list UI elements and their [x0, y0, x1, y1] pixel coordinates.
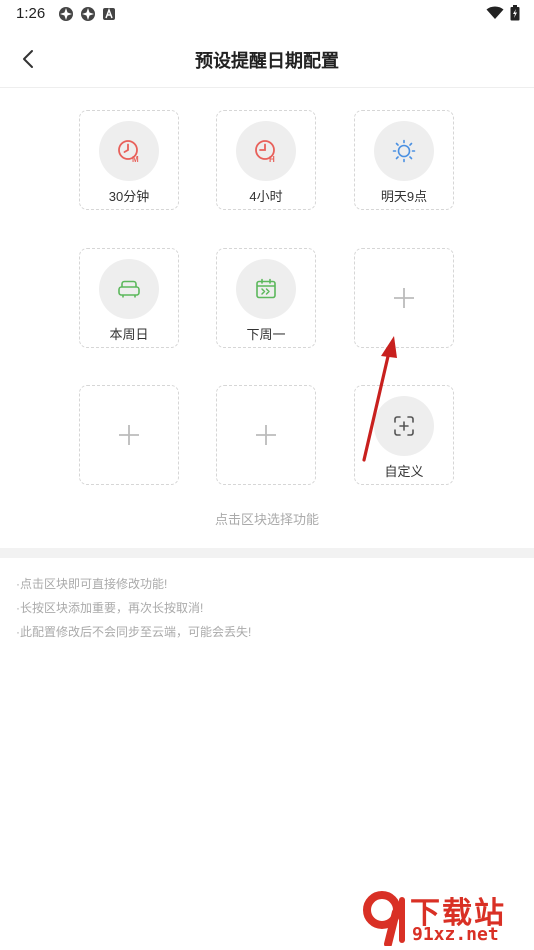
reminder-preset-grid: M 30分钟 H 4小时 明天9点 本周日 下周一 自定义 — [0, 88, 534, 546]
clock-m-icon: M — [118, 140, 139, 164]
tile-label: 下周一 — [246, 327, 286, 342]
sofa-icon — [118, 280, 140, 298]
battery-charging-icon — [510, 5, 520, 21]
tile-tomorrow-9am[interactable]: 明天9点 — [354, 110, 454, 210]
tile-icon-circle — [99, 259, 159, 319]
tile-4-hours[interactable]: H 4小时 — [216, 110, 316, 210]
watermark-text-bottom: 91xz.net — [412, 924, 499, 945]
notification-app-icon — [81, 7, 95, 21]
tile-label: 本周日 — [109, 327, 149, 342]
notification-a-icon — [103, 7, 115, 20]
tile-custom[interactable]: 自定义 — [354, 385, 454, 485]
tile-label: 4小时 — [249, 189, 283, 204]
select-hint: 点击区块选择功能 — [214, 512, 319, 527]
nav-bar: 预设提醒日期配置 — [0, 30, 534, 88]
calendar-next-icon — [256, 278, 276, 299]
svg-text:M: M — [132, 155, 139, 164]
status-bar: 1:26 — [0, 0, 534, 28]
status-system-icons — [486, 5, 520, 21]
svg-text:H: H — [269, 155, 275, 164]
tile-icon-circle — [374, 396, 434, 456]
plus-icon-wrap — [217, 386, 315, 484]
status-time: 1:26 — [16, 5, 46, 22]
tile-empty-add[interactable] — [354, 248, 454, 348]
tile-empty-add[interactable] — [79, 385, 179, 485]
clock-h-icon: H — [255, 140, 275, 164]
tile-next-monday[interactable]: 下周一 — [216, 248, 316, 348]
plus-icon — [256, 425, 276, 445]
tile-icon-circle: M — [99, 121, 159, 181]
notification-app-icon — [59, 7, 73, 21]
status-notification-icons — [58, 6, 116, 22]
plus-icon-wrap — [80, 386, 178, 484]
tile-icon-circle: H — [236, 121, 296, 181]
tile-label: 自定义 — [384, 464, 424, 479]
custom-add-icon — [394, 416, 414, 436]
plus-icon-wrap — [355, 249, 453, 347]
tile-this-sunday[interactable]: 本周日 — [79, 248, 179, 348]
tile-empty-add[interactable] — [216, 385, 316, 485]
notes-list: ·点击区块即可直接修改功能! ·长按区块添加重要，再次长按取消! ·此配置修改后… — [16, 576, 251, 648]
note-item: ·此配置修改后不会同步至云端，可能会丢失! — [16, 625, 252, 639]
plus-icon — [119, 425, 139, 445]
watermark-logo-icon — [363, 891, 405, 946]
section-divider — [0, 548, 534, 558]
tile-label: 明天9点 — [380, 189, 428, 204]
sun-icon — [392, 139, 416, 163]
note-item: ·点击区块即可直接修改功能! — [16, 577, 168, 591]
tile-icon-circle — [374, 121, 434, 181]
tile-label: 30分钟 — [108, 189, 150, 204]
tile-icon-circle — [236, 259, 296, 319]
page-title: 预设提醒日期配置 — [195, 51, 339, 71]
plus-icon — [394, 288, 414, 308]
tile-30-minutes[interactable]: M 30分钟 — [79, 110, 179, 210]
note-item: ·长按区块添加重要，再次长按取消! — [16, 601, 204, 615]
watermark-logo: 下载站 91xz.net — [358, 888, 528, 948]
wifi-icon — [486, 6, 504, 19]
